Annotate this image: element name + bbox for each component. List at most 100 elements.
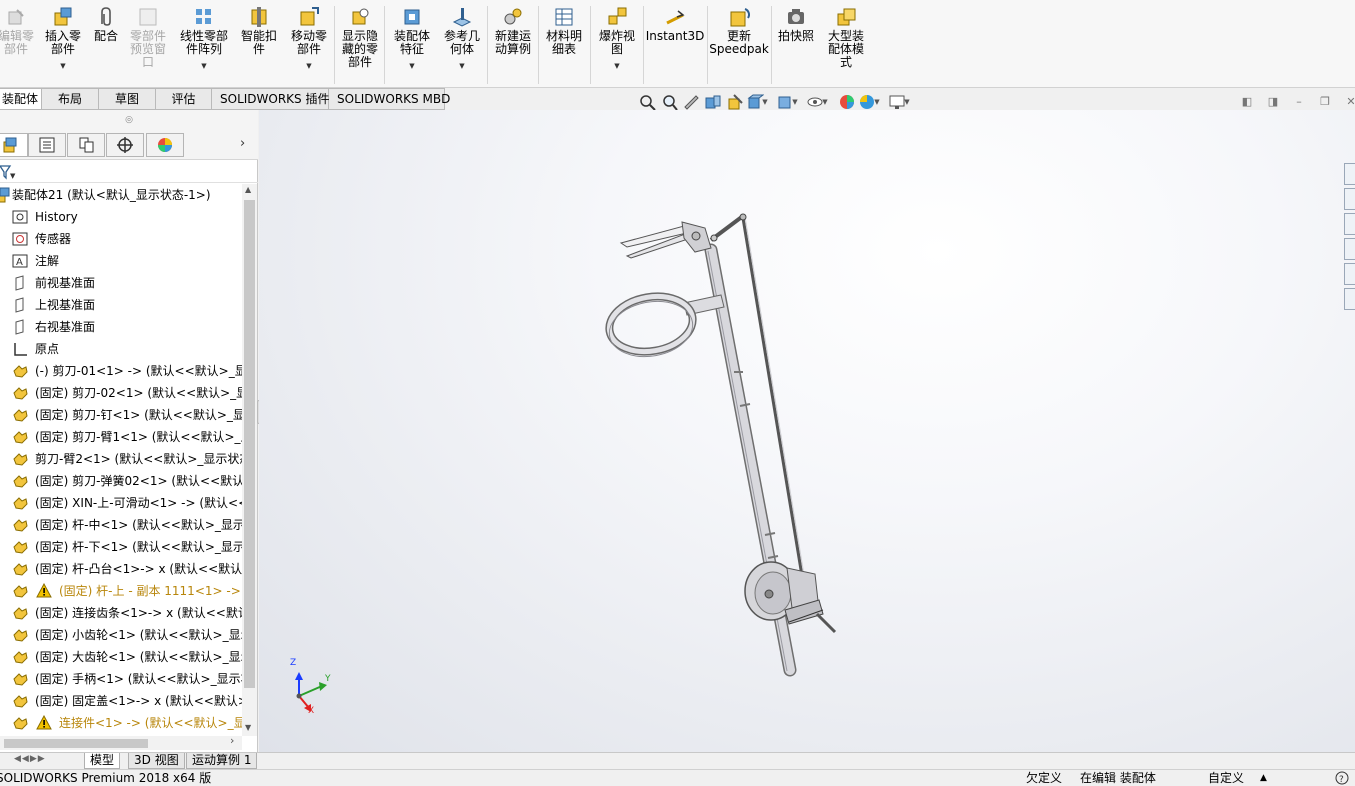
units-chevron-icon[interactable]: ▲ — [1260, 770, 1267, 786]
take-snapshot-button[interactable]: 拍快照 — [774, 6, 818, 43]
tree-item[interactable]: 右视基准面 — [0, 316, 242, 338]
chevron-down-icon[interactable]: ▼ — [60, 60, 65, 73]
linear-pattern-button[interactable]: 线性零部 件阵列 ▼ — [175, 6, 233, 73]
restore-icon[interactable]: ❐ — [1316, 94, 1334, 110]
view-settings-icon[interactable]: ▼ — [888, 92, 910, 112]
tab-solidworks-mbd[interactable]: SOLIDWORKS MBD — [329, 88, 450, 110]
chevron-down-icon[interactable]: ▼ — [201, 60, 206, 73]
tree-item[interactable]: (固定) 杆-凸台<1>-> x (默认<<默认> — [0, 558, 242, 580]
tree-item[interactable]: (固定) XIN-上-可滑动<1> -> (默认<< — [0, 492, 242, 514]
chevron-down-icon[interactable]: ▼ — [614, 60, 619, 73]
chevron-down-icon[interactable]: ▼ — [306, 60, 311, 73]
tree-item[interactable]: (固定) 大齿轮<1> (默认<<默认>_显示 — [0, 646, 242, 668]
task-pane-custom-properties-icon[interactable] — [1344, 288, 1355, 310]
close-icon[interactable]: ✕ — [1342, 94, 1355, 110]
units-selector[interactable]: 自定义 — [1208, 770, 1244, 786]
tab-model[interactable]: 模型 — [84, 753, 121, 769]
panel-right-icon[interactable]: ◨ — [1264, 94, 1282, 110]
tree-item[interactable]: (-) 剪刀-01<1> -> (默认<<默认>_显示 — [0, 360, 242, 382]
minimize-icon[interactable]: – — [1290, 94, 1308, 110]
view-orientation-icon[interactable]: ▼ — [746, 92, 768, 112]
tree-item[interactable]: (固定) 小齿轮<1> (默认<<默认>_显示 — [0, 624, 242, 646]
tree-item[interactable]: (固定) 连接齿条<1>-> x (默认<<默认 — [0, 602, 242, 624]
reference-geometry-button[interactable]: 参考几 何体 ▼ — [438, 6, 486, 73]
tree-item[interactable]: A 注解 — [0, 250, 242, 272]
scroll-thumb[interactable] — [244, 200, 255, 688]
configuration-manager-tab[interactable] — [67, 133, 105, 157]
section-view-icon[interactable] — [702, 92, 724, 112]
graphics-area[interactable]: Z Y X — [259, 110, 1355, 752]
tree-root-assembly[interactable]: 装配体21 (默认<默认_显示状态-1>) — [0, 184, 242, 206]
hide-show-items-icon[interactable]: ▼ — [806, 92, 828, 112]
tree-item[interactable]: (固定) 剪刀-02<1> (默认<<默认>_显示 — [0, 382, 242, 404]
filter-icon[interactable]: ▼ — [0, 164, 16, 183]
dynamic-annotation-icon[interactable] — [724, 92, 746, 112]
task-pane-file-explorer-icon[interactable] — [1344, 238, 1355, 260]
task-pane-appearances-icon[interactable] — [1344, 263, 1355, 285]
feature-manager-tab[interactable] — [0, 133, 28, 157]
task-pane-home-icon[interactable] — [1344, 163, 1355, 185]
smart-fasteners-button[interactable]: 智能扣 件 — [237, 6, 281, 56]
insert-component-button[interactable]: 插入零 部件 ▼ — [41, 6, 85, 73]
tree-item[interactable]: History — [0, 206, 242, 228]
zoom-to-area-icon[interactable] — [658, 92, 680, 112]
display-manager-tab[interactable] — [146, 133, 184, 157]
scroll-down-icon[interactable]: ▼ — [245, 723, 251, 732]
update-speedpak-button[interactable]: 更新 Speedpak — [709, 6, 769, 56]
edit-appearance-icon[interactable] — [836, 92, 858, 112]
tree-item[interactable]: (固定) 剪刀-弹簧02<1> (默认<<默认> — [0, 470, 242, 492]
instant3d-button[interactable]: Instant3D — [646, 6, 704, 43]
tree-item[interactable]: (固定) 手柄<1> (默认<<默认>_显示状 — [0, 668, 242, 690]
help-icon[interactable]: ? — [1334, 770, 1350, 786]
chevron-down-icon[interactable]: ▼ — [459, 60, 464, 73]
display-style-icon[interactable]: ▼ — [776, 92, 798, 112]
zoom-to-fit-icon[interactable] — [636, 92, 658, 112]
chevron-right-icon[interactable]: › — [240, 136, 245, 151]
bill-of-materials-button[interactable]: 材料明 细表 — [542, 6, 586, 56]
large-assembly-mode-button[interactable]: 大型装 配体模 式 — [822, 6, 870, 69]
tab-solidworks-addins[interactable]: SOLIDWORKS 插件 — [212, 88, 329, 110]
tree-item[interactable]: 上视基准面 — [0, 294, 242, 316]
move-component-button[interactable]: 移动零 部件 ▼ — [285, 6, 333, 73]
tab-layout[interactable]: 布局 — [42, 88, 99, 110]
edit-component-button[interactable]: 编辑零 部件 — [0, 6, 38, 56]
tree-item[interactable]: 原点 — [0, 338, 242, 360]
tree-item[interactable]: 前视基准面 — [0, 272, 242, 294]
new-motion-study-button[interactable]: 新建运 动算例 — [491, 6, 535, 56]
chevron-down-icon[interactable]: ▼ — [409, 60, 414, 73]
assembly-features-button[interactable]: 装配体 特征 ▼ — [388, 6, 436, 73]
assembly-model[interactable] — [259, 110, 1355, 752]
mate-button[interactable]: 配合 — [90, 6, 122, 43]
scroll-right-icon[interactable]: › — [230, 734, 234, 747]
scroll-thumb[interactable] — [4, 739, 148, 748]
tree-item[interactable]: 连接件<1> -> (默认<<默认>_显示 — [0, 712, 242, 734]
previous-view-icon[interactable] — [680, 92, 702, 112]
tab-evaluate[interactable]: 评估 — [156, 88, 212, 110]
tree-item[interactable]: (固定) 剪刀-臂1<1> (默认<<默认>_显 — [0, 426, 242, 448]
task-pane-design-library-icon[interactable] — [1344, 213, 1355, 235]
tab-sketch[interactable]: 草图 — [99, 88, 156, 110]
tab-3d-views[interactable]: 3D 视图 — [128, 753, 185, 769]
apply-scene-icon[interactable]: ▼ — [858, 92, 880, 112]
tree-item[interactable]: (固定) 固定盖<1>-> x (默认<<默认>_ — [0, 690, 242, 712]
tree-item[interactable]: 传感器 — [0, 228, 242, 250]
tab-assembly[interactable]: 装配体 — [0, 88, 42, 110]
panel-left-icon[interactable]: ◧ — [1238, 94, 1256, 110]
component-preview-button[interactable]: 零部件 预览窗 口 — [126, 6, 170, 69]
panel-grip[interactable]: ◎ — [0, 110, 258, 130]
tab-motion-study[interactable]: 运动算例 1 — [186, 753, 258, 769]
tree-item[interactable]: (固定) 杆-中<1> (默认<<默认>_显示状 — [0, 514, 242, 536]
exploded-view-button[interactable]: 爆炸视 图 ▼ — [594, 6, 640, 73]
tree-vertical-scrollbar[interactable]: ▲ ▼ — [242, 184, 257, 736]
scroll-up-icon[interactable]: ▲ — [245, 185, 251, 194]
tree-item[interactable]: (固定) 杆-下<1> (默认<<默认>_显示状 — [0, 536, 242, 558]
task-pane-resources-icon[interactable] — [1344, 188, 1355, 210]
tree-horizontal-scrollbar[interactable]: › — [0, 734, 242, 750]
tree-item[interactable]: (固定) 剪刀-钉<1> (默认<<默认>_显示 — [0, 404, 242, 426]
tab-scroll-arrows-icon[interactable]: ◀◀▶▶ — [14, 754, 46, 764]
property-manager-tab[interactable] — [28, 133, 66, 157]
tree-item[interactable]: 剪刀-臂2<1> (默认<<默认>_显示状态 — [0, 448, 242, 470]
dimxpert-manager-tab[interactable] — [106, 133, 144, 157]
tree-item[interactable]: (固定) 杆-上 - 副本 1111<1> -> ( — [0, 580, 242, 602]
show-hidden-components-button[interactable]: 显示隐 藏的零 部件 — [338, 6, 382, 69]
